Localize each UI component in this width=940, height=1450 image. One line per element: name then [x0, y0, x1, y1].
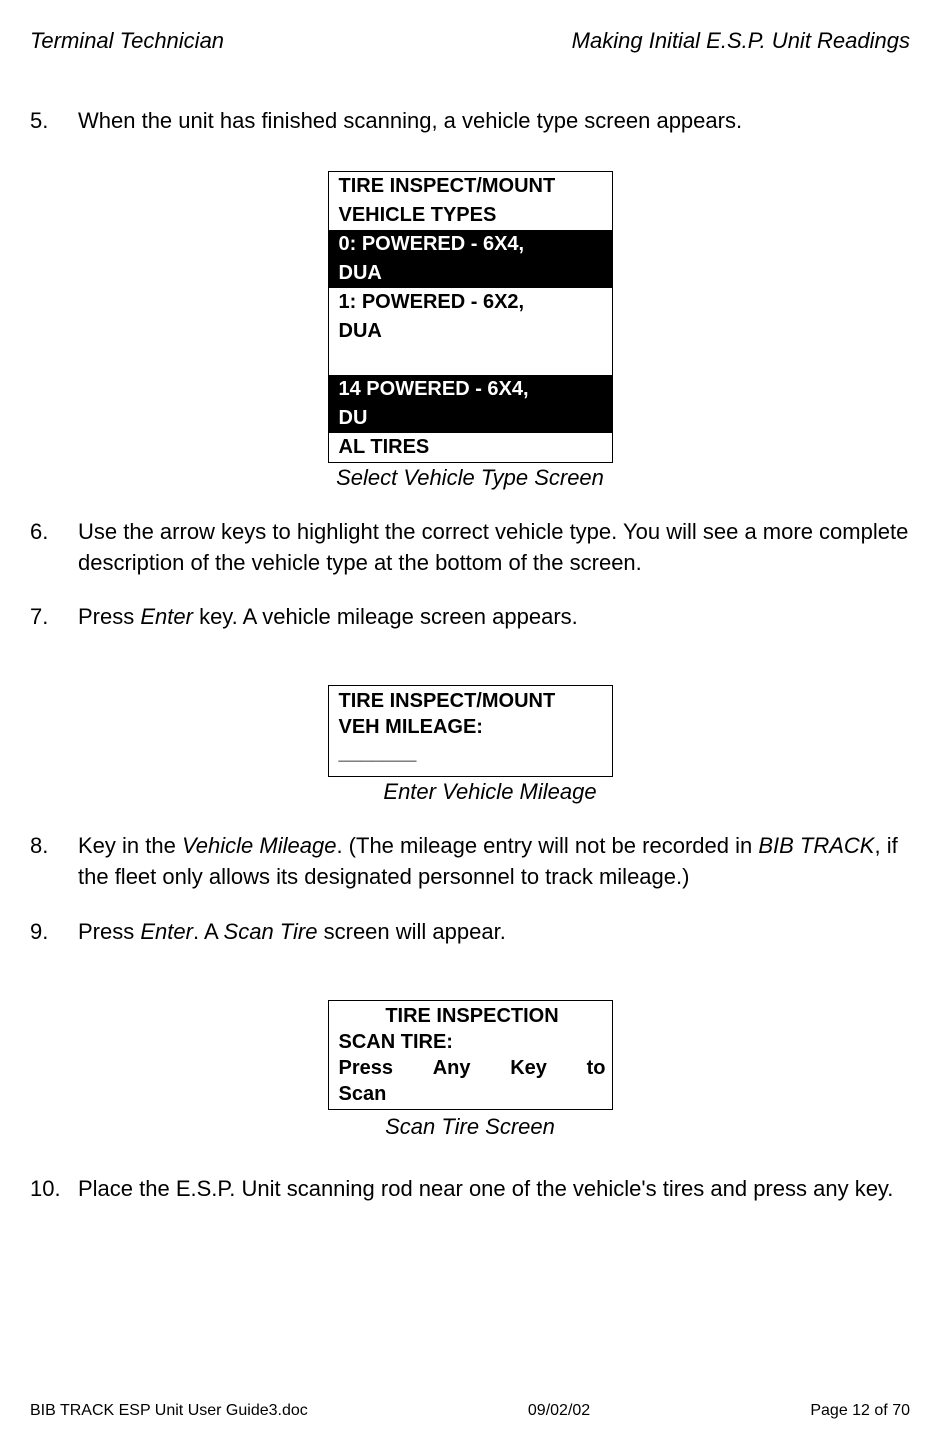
step-6: 6. Use the arrow keys to highlight the c… — [30, 517, 910, 579]
screen-line: VEH MILEAGE: — [339, 714, 606, 740]
screen-line: TIRE INSPECT/MOUNT — [339, 688, 606, 714]
screen-line: DUA — [329, 317, 612, 346]
step-number: 7. — [30, 602, 78, 633]
step-number: 9. — [30, 917, 78, 948]
step-text: Use the arrow keys to highlight the corr… — [78, 517, 910, 579]
step-7: 7. Press Enter key. A vehicle mileage sc… — [30, 602, 910, 633]
screen-line-selected: 14 POWERED - 6X4, — [329, 375, 612, 404]
step-number: 10. — [30, 1174, 78, 1205]
header-left: Terminal Technician — [30, 28, 224, 54]
screen-blank-line — [329, 346, 612, 375]
vehicle-screen-caption: Select Vehicle Type Screen — [30, 465, 910, 491]
step-5: 5. When the unit has finished scanning, … — [30, 106, 910, 137]
footer-right: Page 12 of 70 — [810, 1402, 910, 1420]
footer-left: BIB TRACK ESP Unit User Guide3.doc — [30, 1402, 308, 1420]
scan-tire-screen: TIRE INSPECTION SCAN TIRE: Press Any Key… — [328, 1000, 613, 1110]
screen-line-selected: DUA — [329, 259, 612, 288]
screen-line-selected: DU — [329, 404, 612, 433]
screen-line-selected: 0: POWERED - 6X4, — [329, 230, 612, 259]
screen-line: SCAN TIRE: — [339, 1029, 606, 1055]
footer-center: 09/02/02 — [528, 1402, 590, 1420]
step-number: 6. — [30, 517, 78, 579]
step-text: Place the E.S.P. Unit scanning rod near … — [78, 1174, 910, 1205]
step-text: Key in the Vehicle Mileage. (The mileage… — [78, 831, 910, 893]
vehicle-type-screen: TIRE INSPECT/MOUNT VEHICLE TYPES 0: POWE… — [328, 171, 613, 463]
screen-blank-field: _______ — [339, 740, 606, 766]
screen-line: 1: POWERED - 6X2, — [329, 288, 612, 317]
screen-line: TIRE INSPECTION — [339, 1003, 606, 1029]
step-text: When the unit has finished scanning, a v… — [78, 106, 910, 137]
header-right: Making Initial E.S.P. Unit Readings — [572, 28, 910, 54]
step-text: Press Enter. A Scan Tire screen will app… — [78, 917, 910, 948]
step-number: 5. — [30, 106, 78, 137]
step-8: 8. Key in the Vehicle Mileage. (The mile… — [30, 831, 910, 893]
step-10: 10. Place the E.S.P. Unit scanning rod n… — [30, 1174, 910, 1205]
screen-line: Press Any Key to — [339, 1055, 606, 1081]
mileage-screen-caption: Enter Vehicle Mileage — [30, 779, 910, 805]
screen-line: VEHICLE TYPES — [329, 201, 612, 230]
mileage-screen: TIRE INSPECT/MOUNT VEH MILEAGE: _______ — [328, 685, 613, 777]
screen-line: TIRE INSPECT/MOUNT — [329, 172, 612, 201]
page-footer: BIB TRACK ESP Unit User Guide3.doc 09/02… — [30, 1402, 910, 1420]
screen-line: AL TIRES — [329, 433, 612, 462]
step-number: 8. — [30, 831, 78, 893]
page-header: Terminal Technician Making Initial E.S.P… — [30, 28, 910, 54]
step-9: 9. Press Enter. A Scan Tire screen will … — [30, 917, 910, 948]
step-text: Press Enter key. A vehicle mileage scree… — [78, 602, 910, 633]
scan-screen-caption: Scan Tire Screen — [30, 1114, 910, 1140]
screen-line: Scan — [339, 1081, 606, 1107]
